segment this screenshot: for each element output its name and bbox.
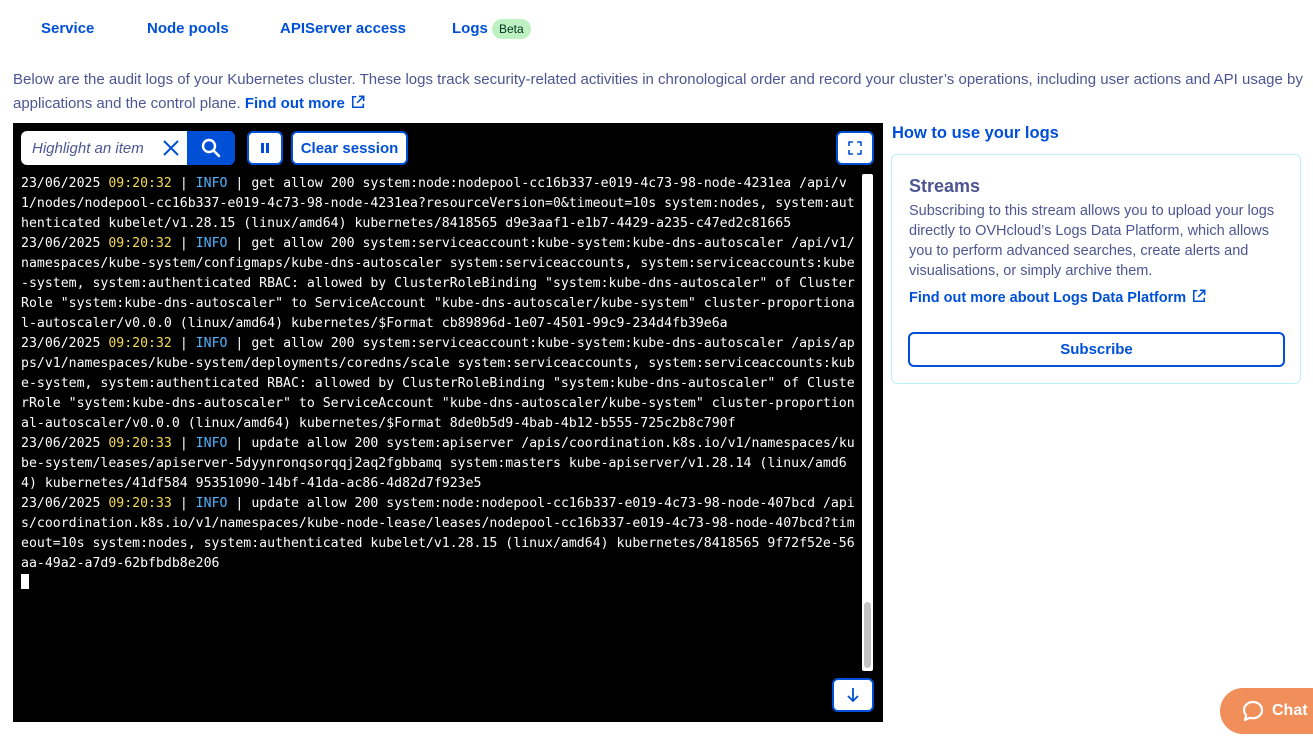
find-out-more-link[interactable]: Find out more — [245, 95, 365, 112]
scrollbar[interactable] — [862, 174, 873, 671]
highlight-input[interactable] — [22, 132, 157, 164]
terminal-cursor — [21, 574, 29, 589]
log-level: INFO — [195, 496, 228, 511]
external-link-icon — [1193, 289, 1206, 303]
log-entry: 23/06/2025 09:20:33 | INFO | update allo… — [21, 436, 855, 491]
log-entry: 23/06/2025 09:20:32 | INFO | get allow 2… — [21, 336, 855, 431]
scroll-down-button[interactable] — [832, 678, 874, 712]
log-output: 23/06/2025 09:20:32 | INFO | get allow 2… — [21, 174, 859, 594]
subscribe-button[interactable]: Subscribe — [908, 332, 1285, 367]
scrollbar-thumb[interactable] — [864, 602, 871, 668]
card-body: Subscribing to this stream allows you to… — [909, 203, 1275, 279]
log-entry: 23/06/2025 09:20:32 | INFO | get allow 2… — [21, 176, 855, 231]
log-date: 23/06/2025 — [21, 436, 101, 451]
log-time: 09:20:32 — [108, 236, 172, 251]
intro-text: Below are the audit logs of your Kuberne… — [13, 68, 1303, 116]
external-link-icon — [351, 95, 365, 109]
log-time: 09:20:32 — [108, 336, 172, 351]
log-level: INFO — [195, 176, 228, 191]
tab-logs[interactable]: Logs — [452, 20, 488, 37]
streams-card: Streams Subscribing to this stream allow… — [891, 154, 1301, 384]
pause-icon — [261, 143, 269, 153]
fullscreen-icon — [848, 141, 862, 155]
chat-bubble-icon — [1242, 700, 1264, 722]
log-level: INFO — [195, 436, 228, 451]
log-date: 23/06/2025 — [21, 496, 101, 511]
log-entry: 23/06/2025 09:20:33 | INFO | update allo… — [21, 496, 855, 571]
intro-description: Below are the audit logs of your Kuberne… — [13, 71, 1303, 112]
clear-session-button[interactable]: Clear session — [291, 131, 408, 165]
log-level: INFO — [195, 236, 228, 251]
search-icon — [201, 138, 221, 158]
search-button[interactable] — [187, 131, 235, 165]
tab-bar: Service Node pools APIServer access Logs… — [0, 0, 1313, 60]
tab-service[interactable]: Service — [41, 20, 94, 37]
log-date: 23/06/2025 — [21, 236, 101, 251]
search-box — [21, 131, 187, 165]
log-time: 09:20:33 — [108, 436, 172, 451]
log-time: 09:20:33 — [108, 496, 172, 511]
log-date: 23/06/2025 — [21, 176, 101, 191]
log-entry: 23/06/2025 09:20:32 | INFO | get allow 2… — [21, 236, 855, 331]
log-date: 23/06/2025 — [21, 336, 101, 351]
beta-badge: Beta — [492, 19, 531, 39]
sidebar-title: How to use your logs — [892, 124, 1059, 142]
chat-button[interactable]: Chat — [1220, 688, 1313, 734]
tab-apiserver-access[interactable]: APIServer access — [280, 20, 406, 37]
log-time: 09:20:32 — [108, 176, 172, 191]
card-title: Streams — [909, 176, 981, 196]
find-out-more-label: Find out more — [244, 95, 345, 112]
log-level: INFO — [195, 336, 228, 351]
logs-data-platform-link[interactable]: Find out more about Logs Data Platform — [909, 289, 1206, 306]
pause-button[interactable] — [247, 131, 283, 165]
arrow-down-icon — [847, 688, 859, 703]
fullscreen-button[interactable] — [836, 131, 874, 165]
card-link-label: Find out more about Logs Data Platform — [909, 290, 1187, 306]
tab-node-pools[interactable]: Node pools — [147, 20, 229, 37]
chat-label: Chat — [1272, 702, 1308, 719]
log-terminal: Clear session 23/06/2025 09:20:32 | INFO… — [13, 123, 883, 722]
close-icon[interactable] — [162, 139, 180, 157]
